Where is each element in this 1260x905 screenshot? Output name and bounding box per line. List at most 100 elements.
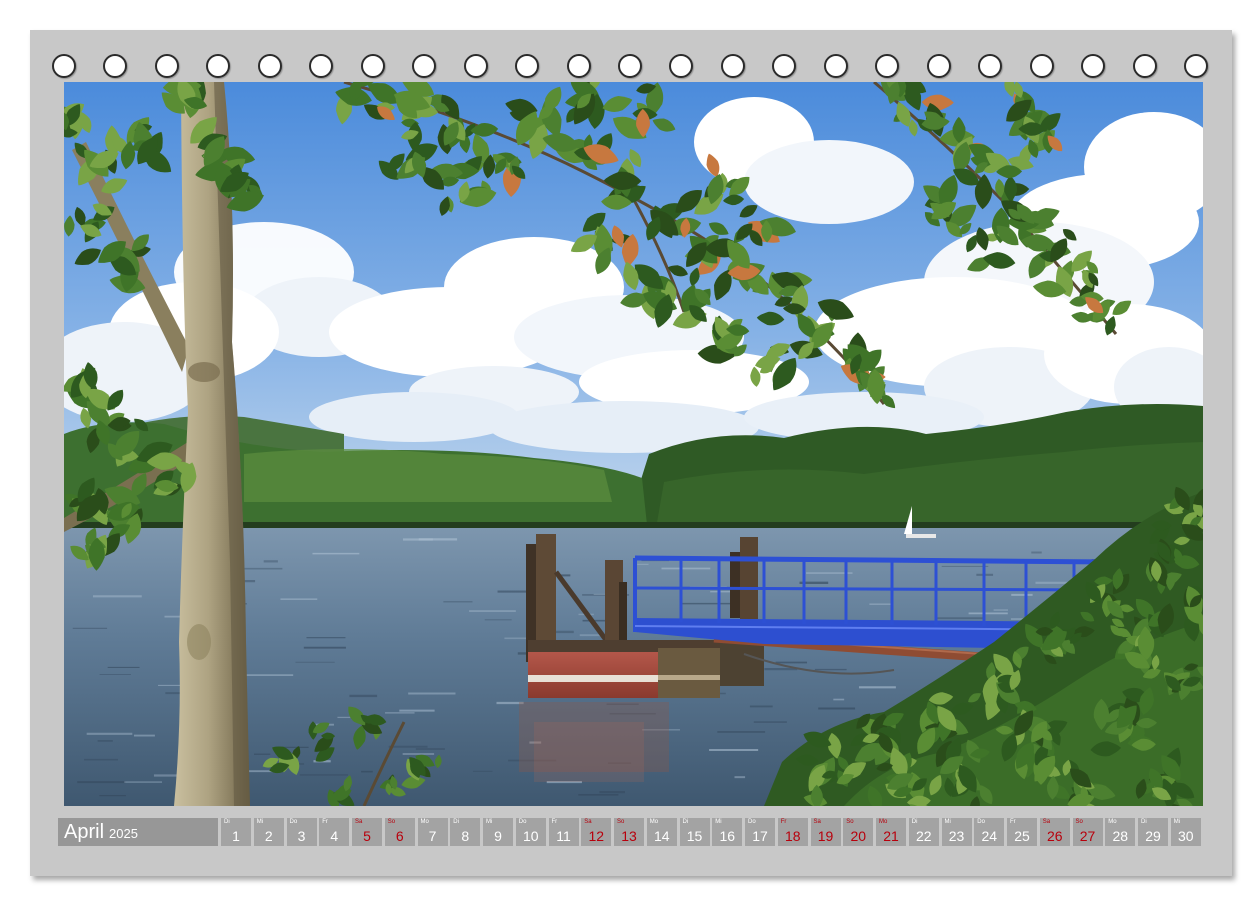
day-number: 12 [588, 828, 605, 844]
binding-ring [823, 54, 848, 78]
day-number: 15 [686, 828, 703, 844]
day-number: 28 [1112, 828, 1129, 844]
weekday-label: Di [453, 819, 459, 825]
day-cell: Sa 19 [810, 818, 841, 846]
binding-ring [978, 54, 1003, 78]
weekday-label: Do [977, 819, 985, 825]
day-number: 29 [1145, 828, 1161, 844]
weekday-label: Sa [1042, 819, 1051, 825]
day-cell: Di 29 [1138, 818, 1168, 846]
weekday-label: So [387, 819, 396, 825]
weekday-label: Mo [879, 819, 888, 825]
day-number: 6 [395, 828, 404, 844]
day-cell: Do 24 [974, 818, 1005, 846]
day-number: 3 [297, 828, 306, 844]
day-cell: Do 17 [745, 818, 775, 846]
weekday-label: Do [289, 819, 298, 825]
binding-ring [515, 54, 540, 78]
day-cell: Fr 11 [548, 818, 579, 846]
weekday-label: Do [518, 819, 527, 825]
binding-ring [154, 54, 179, 78]
day-cell: Mo 14 [646, 818, 677, 846]
weekday-label: Mi [944, 819, 951, 825]
weekday-label: Di [682, 819, 689, 825]
day-number: 26 [1046, 828, 1063, 844]
day-number: 27 [1079, 828, 1096, 844]
day-cell: Mi 30 [1170, 818, 1201, 846]
day-number: 10 [522, 828, 539, 844]
day-cell: Fr 18 [777, 818, 808, 846]
day-cell: Fr 4 [319, 818, 350, 846]
calendar-photo [64, 82, 1203, 806]
day-cell: So 20 [843, 818, 874, 846]
day-number: 30 [1177, 828, 1194, 844]
binding-ring [52, 54, 76, 78]
binding-ring [618, 54, 642, 78]
weekday-label: Fr [322, 819, 328, 825]
day-cell: Mo 28 [1105, 818, 1136, 846]
weekday-label: So [617, 819, 625, 825]
day-cell: Di 1 [221, 818, 251, 846]
day-number: 17 [752, 828, 768, 844]
month-label: April 2025 [58, 818, 218, 846]
day-cell: Mi 9 [483, 818, 513, 846]
day-cell: Mi 2 [253, 818, 284, 846]
binding-ring [720, 54, 745, 78]
weekday-label: Mi [256, 819, 264, 825]
weekday-label: Sa [584, 819, 592, 825]
binding-ring [257, 54, 282, 78]
day-number: 22 [915, 828, 932, 844]
day-number: 14 [653, 828, 670, 844]
day-number: 8 [461, 828, 470, 844]
day-cell: Di 22 [908, 818, 939, 846]
day-strip: Di 1 Mi 2 Do 3 Fr 4 Sa 5 So 6 Mo 7 Di 8 Mi 9 Do 10 Fr 11 Sa 12 S… [221, 818, 1201, 846]
binding-ring [926, 54, 951, 78]
day-cell: So 6 [384, 818, 415, 846]
day-cell: Do 3 [286, 818, 317, 846]
weekday-label: So [1075, 819, 1083, 825]
binding-ring [1132, 54, 1157, 78]
day-number: 5 [363, 828, 371, 844]
weekday-label: Fr [780, 819, 787, 825]
photo-canvas [64, 82, 1203, 806]
weekday-label: Mo [420, 819, 429, 825]
day-cell: Di 8 [450, 818, 481, 846]
weekday-label: Mi [486, 819, 493, 825]
day-cell: Fr 25 [1007, 818, 1037, 846]
weekday-label: Di [1141, 819, 1147, 825]
weekday-label: Di [911, 819, 918, 825]
binding-ring [463, 54, 488, 78]
day-number: 13 [621, 828, 637, 844]
day-cell: Sa 26 [1039, 818, 1070, 846]
weekday-label: Fr [1010, 819, 1016, 825]
year-label: 2025 [109, 826, 138, 841]
day-cell: Do 10 [515, 818, 546, 846]
day-cell: Mo 21 [876, 818, 906, 846]
day-number: 2 [264, 828, 273, 844]
binding-ring [566, 54, 591, 78]
day-number: 7 [428, 828, 437, 844]
weekday-label: Sa [813, 819, 821, 825]
binding-ring [412, 54, 437, 78]
weekday-label: Di [224, 819, 230, 825]
day-cell: Mi 23 [941, 818, 972, 846]
weekday-label: Mo [1108, 819, 1117, 825]
weekday-label: Mi [715, 819, 722, 825]
weekday-label: So [846, 819, 854, 825]
day-number: 4 [330, 828, 339, 844]
day-number: 16 [719, 828, 736, 844]
binding-ring [1081, 54, 1106, 78]
day-number: 20 [850, 828, 867, 844]
weekday-label: Mo [649, 819, 659, 825]
binding-ring [1184, 54, 1208, 78]
day-cell: Di 15 [679, 818, 710, 846]
day-number: 21 [883, 828, 899, 844]
day-number: 1 [232, 828, 240, 844]
weekday-label: Fr [551, 819, 558, 825]
month-name: April [64, 821, 105, 843]
weekday-label: Mi [1173, 819, 1181, 825]
day-number: 24 [981, 828, 998, 844]
day-number: 9 [494, 828, 502, 844]
day-number: 11 [556, 828, 571, 844]
binding-ring [1029, 54, 1054, 78]
